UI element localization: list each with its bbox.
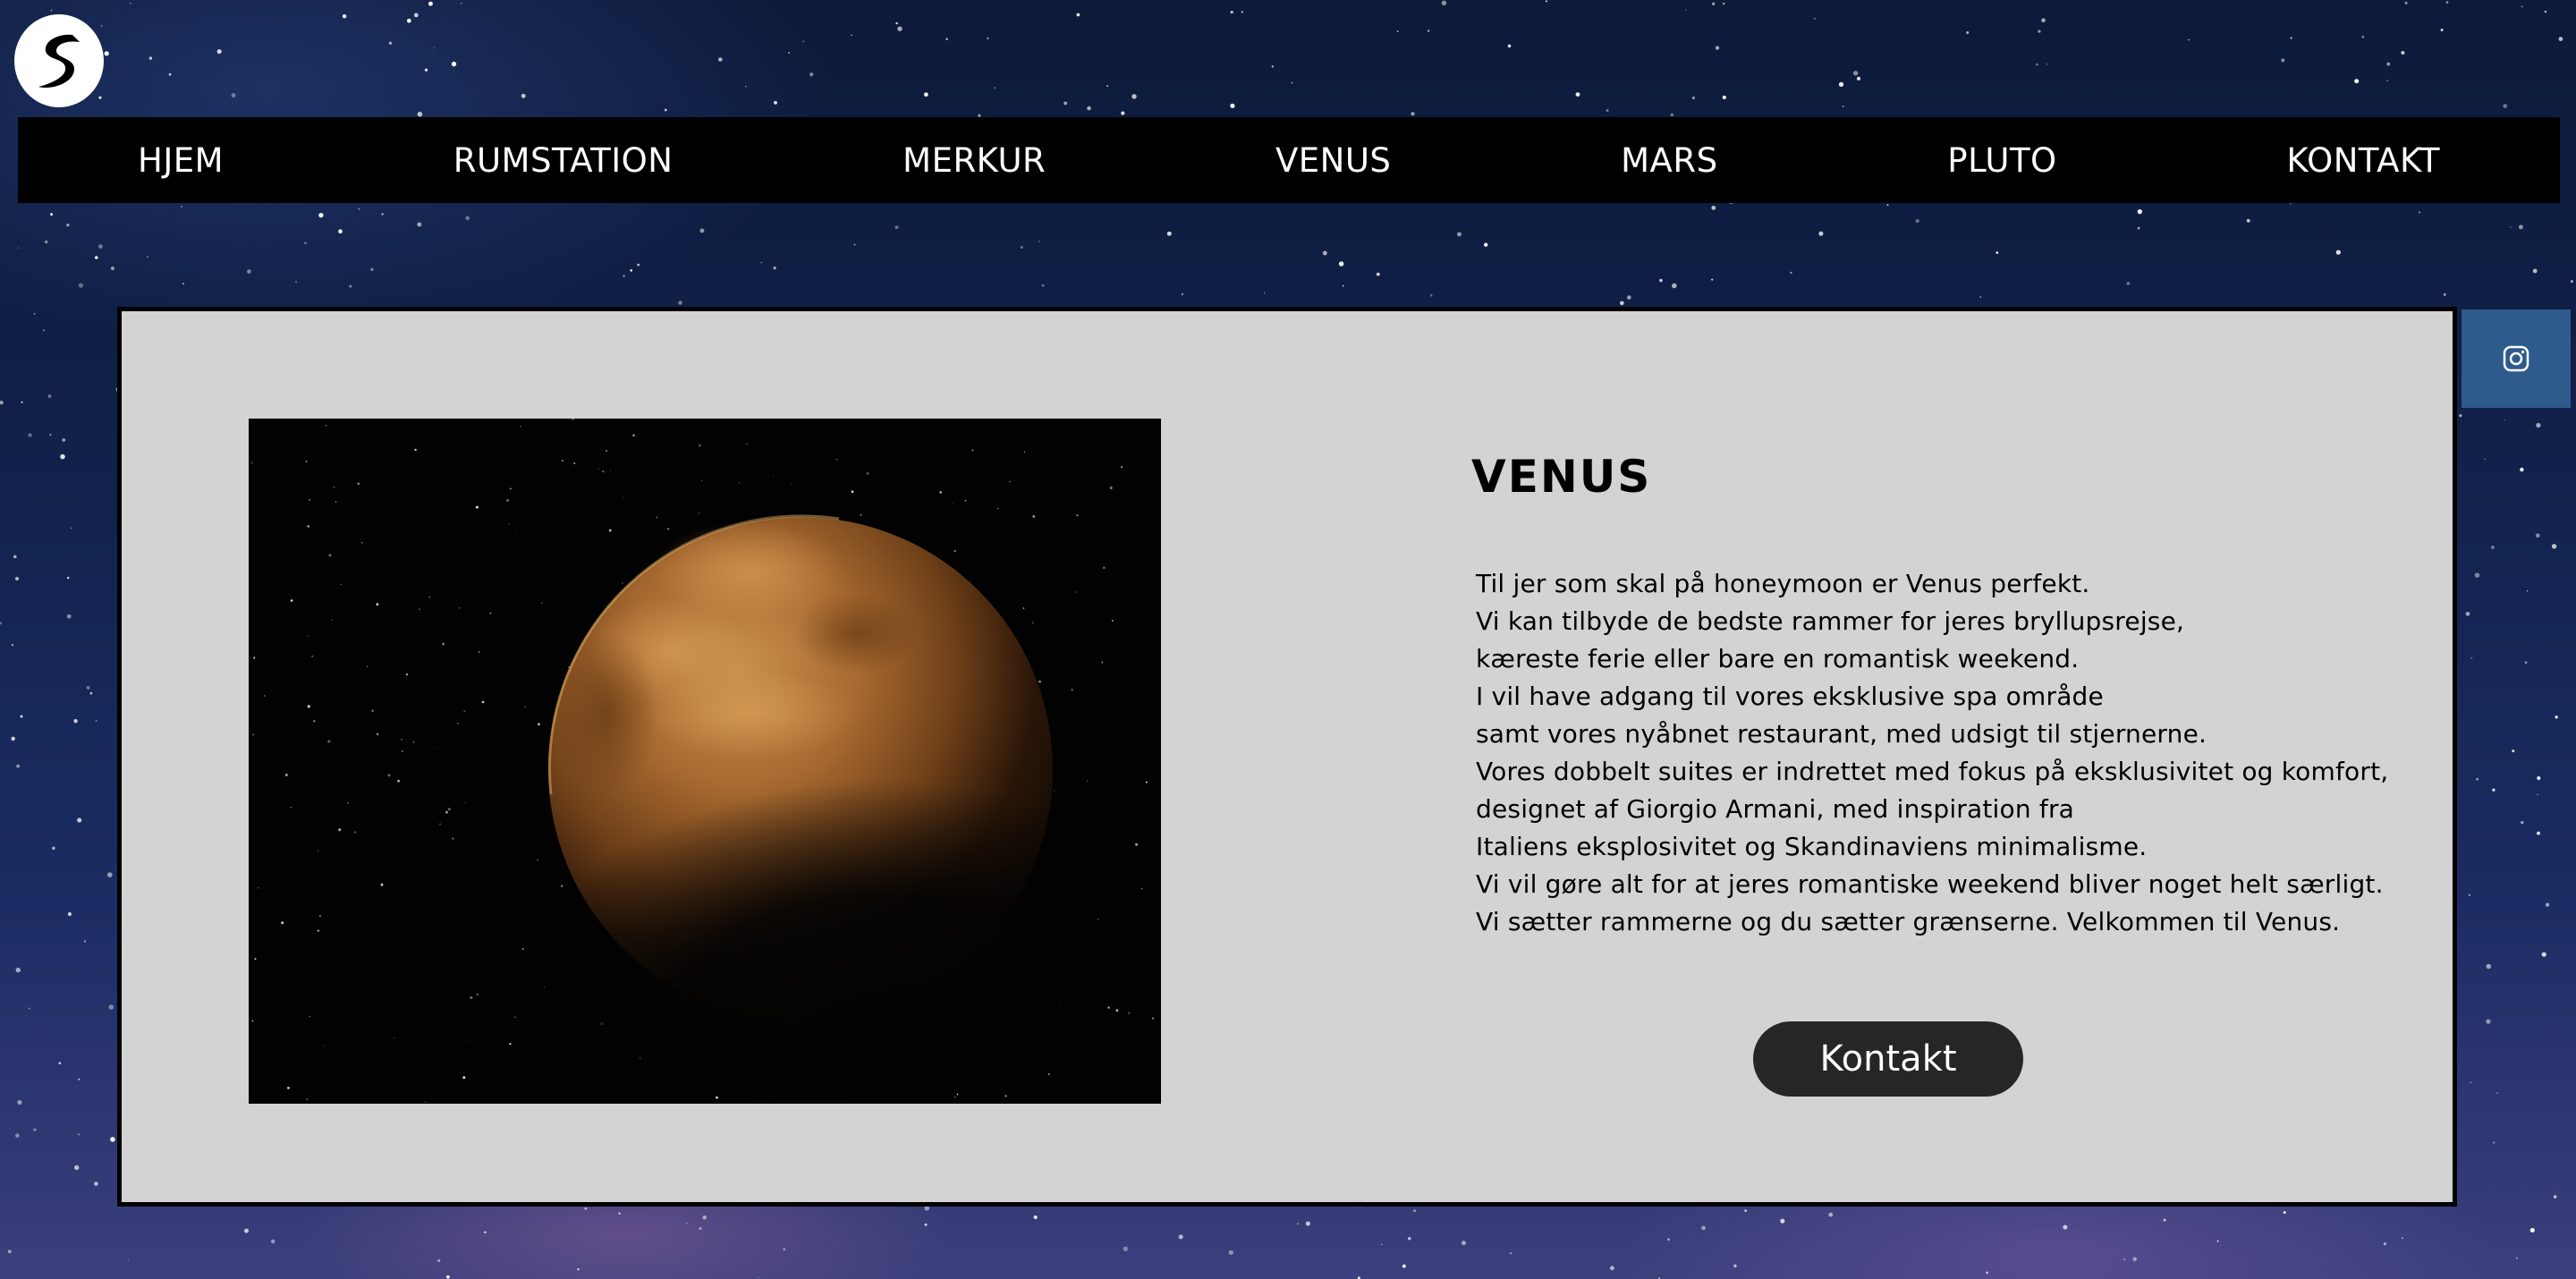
description-line: I vil have adgang til vores eksklusive s… <box>1476 682 2104 711</box>
logo-s-icon <box>38 34 80 89</box>
nav-item-merkur[interactable]: MERKUR <box>902 141 1046 180</box>
nav-item-rumstation[interactable]: RUMSTATION <box>453 141 674 180</box>
description-line: Vi vil gøre alt for at jeres romantiske … <box>1476 869 2384 899</box>
description-line: kæreste ferie eller bare en romantisk we… <box>1476 644 2080 673</box>
description-line: Vi sætter rammerne og du sætter grænsern… <box>1476 907 2341 936</box>
nav-item-kontakt[interactable]: KONTAKT <box>2286 141 2440 180</box>
description-line: Vi kan tilbyde de bedste rammer for jere… <box>1476 606 2185 636</box>
description-line: designet af Giorgio Armani, med inspirat… <box>1476 794 2075 824</box>
main-nav: HJEM RUMSTATION MERKUR VENUS MARS PLUTO … <box>18 117 2560 203</box>
description-line: Vores dobbelt suites er indrettet med fo… <box>1476 757 2389 786</box>
site-logo[interactable] <box>14 14 104 107</box>
nav-item-venus[interactable]: VENUS <box>1275 141 1391 180</box>
venus-planet-image <box>249 419 1161 1104</box>
instagram-icon <box>2503 345 2529 372</box>
contact-button[interactable]: Kontakt <box>1753 1021 2023 1097</box>
nav-item-mars[interactable]: MARS <box>1621 141 1717 180</box>
page-title: VENUS <box>1471 451 1652 503</box>
description-line: Til jer som skal på honeymoon er Venus p… <box>1476 569 2090 598</box>
description-line: Italiens eksplosivitet og Skandinaviens … <box>1476 832 2148 861</box>
instagram-button[interactable] <box>2462 309 2571 408</box>
description-line: samt vores nyåbnet restaurant, med udsig… <box>1476 719 2207 749</box>
nav-item-pluto[interactable]: PLUTO <box>1947 141 2056 180</box>
nav-item-hjem[interactable]: HJEM <box>138 141 224 180</box>
description-text: Til jer som skal på honeymoon er Venus p… <box>1476 565 2388 941</box>
